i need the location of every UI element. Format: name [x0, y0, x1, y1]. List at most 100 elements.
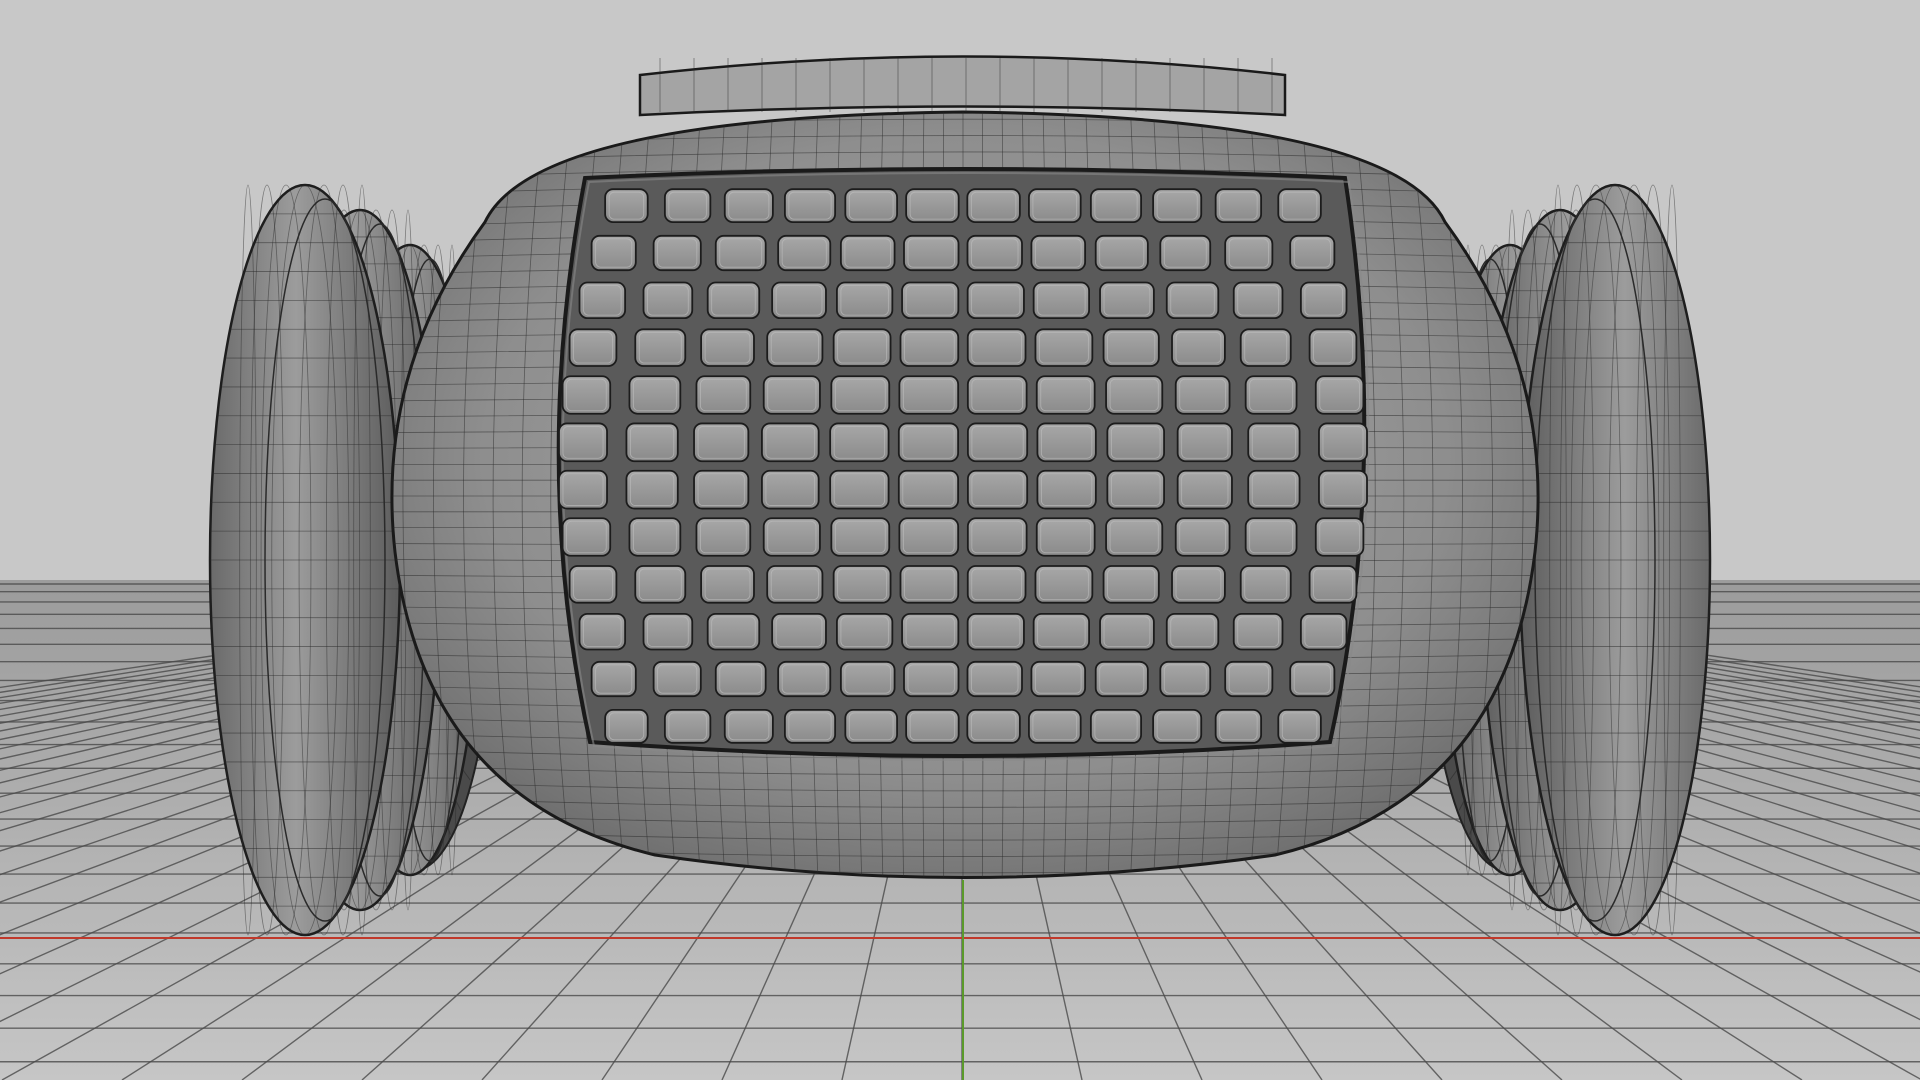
panel-tile[interactable] [700, 565, 755, 604]
top-cap[interactable] [638, 55, 1287, 117]
panel-tile[interactable] [1214, 188, 1263, 224]
panel-tile[interactable] [1247, 422, 1301, 463]
panel-tile[interactable] [1239, 565, 1292, 604]
panel-tile[interactable] [1308, 565, 1358, 604]
panel-tile[interactable] [897, 469, 960, 510]
panel-tile[interactable] [777, 660, 832, 698]
panel-tile[interactable] [966, 708, 1021, 744]
panel-tile[interactable] [1232, 612, 1284, 651]
tiled-panel[interactable] [556, 167, 1370, 761]
panel-tile[interactable] [1289, 234, 1336, 272]
panel-tile[interactable] [625, 469, 679, 510]
panel-tile[interactable] [966, 422, 1029, 463]
panel-tile[interactable] [1102, 328, 1160, 367]
panel-tile[interactable] [830, 517, 891, 557]
panel-tile[interactable] [832, 565, 892, 604]
panel-tile[interactable] [903, 234, 960, 272]
panel-tile[interactable] [830, 375, 891, 415]
panel-tile[interactable] [762, 517, 821, 557]
panel-tile[interactable] [966, 469, 1029, 510]
panel-tile[interactable] [1314, 375, 1365, 415]
panel-tile[interactable] [706, 612, 761, 651]
panel-tile[interactable] [966, 565, 1027, 604]
panel-tile[interactable] [1034, 328, 1094, 367]
panel-tile[interactable] [901, 612, 960, 651]
panel-tile[interactable] [700, 328, 755, 367]
panel-tile[interactable] [723, 708, 774, 744]
panel-tile[interactable] [771, 281, 827, 320]
panel-tile[interactable] [1224, 234, 1274, 272]
panel-tile[interactable] [966, 188, 1021, 224]
panel-tile[interactable] [899, 565, 960, 604]
panel-tile[interactable] [897, 422, 960, 463]
panel-tile[interactable] [766, 328, 824, 367]
panel-tile[interactable] [783, 708, 837, 744]
panel-tile[interactable] [1299, 281, 1348, 320]
panel-tile[interactable] [966, 660, 1023, 698]
3d-viewport[interactable] [0, 0, 1920, 1080]
panel-tile[interactable] [1289, 660, 1336, 698]
panel-tile[interactable] [604, 188, 649, 224]
panel-tile[interactable] [1277, 708, 1322, 744]
panel-tile[interactable] [1174, 517, 1231, 557]
panel-tile[interactable] [642, 612, 694, 651]
panel-tile[interactable] [829, 422, 890, 463]
panel-tile[interactable] [1152, 188, 1203, 224]
viewport-canvas[interactable] [0, 0, 1920, 1080]
panel-tile[interactable] [590, 660, 637, 698]
panel-tile[interactable] [898, 517, 960, 557]
panel-tile[interactable] [839, 660, 896, 698]
panel-tile[interactable] [561, 375, 612, 415]
panel-tile[interactable] [1214, 708, 1263, 744]
panel-tile[interactable] [771, 612, 827, 651]
panel-tile[interactable] [652, 234, 702, 272]
panel-tile[interactable] [634, 565, 687, 604]
panel-tile[interactable] [1277, 188, 1322, 224]
panel-tile[interactable] [836, 281, 894, 320]
panel-tile[interactable] [1176, 469, 1233, 510]
panel-tile[interactable] [1036, 469, 1097, 510]
panel-tile[interactable] [1159, 660, 1212, 698]
panel-tile[interactable] [652, 660, 702, 698]
panel-tile[interactable] [1030, 660, 1087, 698]
panel-tile[interactable] [839, 234, 896, 272]
panel-tile[interactable] [966, 375, 1028, 415]
panel-tile[interactable] [1318, 422, 1368, 463]
panel-tile[interactable] [1028, 708, 1082, 744]
panel-tile[interactable] [1089, 708, 1143, 744]
panel-tile[interactable] [966, 612, 1025, 651]
panel-tile[interactable] [1174, 375, 1231, 415]
panel-tile[interactable] [1165, 281, 1220, 320]
panel-tile[interactable] [832, 328, 892, 367]
panel-tile[interactable] [901, 281, 960, 320]
panel-tile[interactable] [578, 281, 627, 320]
panel-tile[interactable] [604, 708, 649, 744]
panel-tile[interactable] [966, 328, 1027, 367]
panel-tile[interactable] [905, 708, 960, 744]
panel-tile[interactable] [762, 375, 821, 415]
panel-tile[interactable] [1308, 328, 1358, 367]
panel-tile[interactable] [1034, 565, 1094, 604]
panel-tile[interactable] [1032, 281, 1090, 320]
panel-tile[interactable] [663, 708, 712, 744]
panel-tile[interactable] [568, 565, 618, 604]
panel-tile[interactable] [844, 188, 898, 224]
panel-tile[interactable] [783, 188, 837, 224]
panel-tile[interactable] [777, 234, 832, 272]
panel-tile[interactable] [836, 612, 894, 651]
panel-tile[interactable] [1094, 660, 1149, 698]
panel-tile[interactable] [578, 612, 627, 651]
panel-tile[interactable] [642, 281, 694, 320]
panel-tile[interactable] [693, 422, 750, 463]
panel-tile[interactable] [1244, 375, 1298, 415]
panel-tile[interactable] [568, 328, 618, 367]
panel-tile[interactable] [723, 188, 774, 224]
panel-tile[interactable] [844, 708, 898, 744]
panel-tile[interactable] [634, 328, 687, 367]
panel-tile[interactable] [1035, 375, 1096, 415]
panel-tile[interactable] [693, 469, 750, 510]
panel-tile[interactable] [1105, 517, 1164, 557]
panel-tile[interactable] [1032, 612, 1090, 651]
panel-tile[interactable] [966, 517, 1028, 557]
panel-tile[interactable] [1099, 281, 1155, 320]
